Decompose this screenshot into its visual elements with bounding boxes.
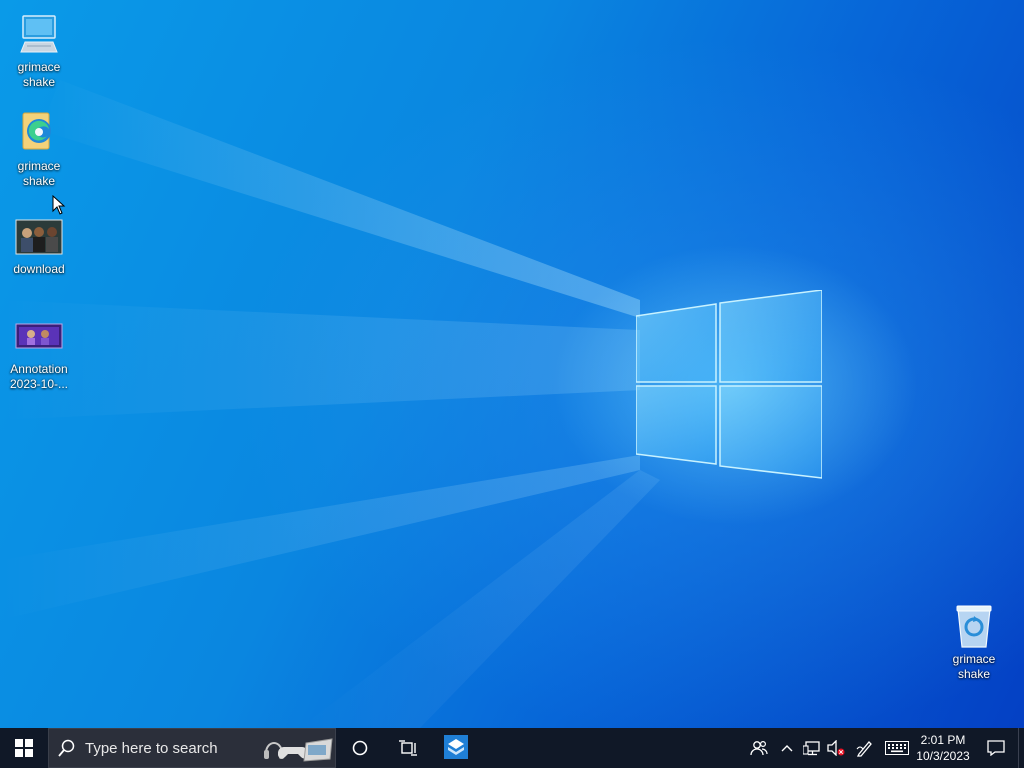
desktop-icon-label: download [13,262,65,276]
mouse-cursor-icon [52,195,66,215]
system-clock[interactable]: 2:01 PM 10/3/2023 [912,728,974,768]
image-thumbnail-icon [15,212,63,260]
start-button[interactable] [0,728,48,768]
recycle-bin-icon [950,602,998,650]
chevron-up-icon[interactable] [774,728,800,768]
desktop-icon-recycle-bin[interactable]: grimace shake [936,602,1012,682]
notification-icon [987,740,1005,756]
sandbox-app-icon [444,735,468,759]
show-desktop-button[interactable] [1018,728,1024,768]
image-thumbnail-icon [15,312,63,360]
search-highlight-icon [261,732,335,764]
desktop-wallpaper: grimace shake grimace shake download Ann… [0,0,1024,728]
windows-logo-wallpaper [636,290,822,479]
taskbar: Type here to search 2:01 PM 10/3/2023 [0,728,1024,768]
desktop-icon-label: grimace shake [952,652,996,681]
desktop-icon-this-pc[interactable]: grimace shake [1,10,77,90]
search-placeholder: Type here to search [85,739,218,757]
desktop-icon-label: Annotation 2023-10-... [9,362,69,391]
pen-icon[interactable] [848,728,882,768]
windows-start-icon [15,739,33,757]
action-center-button[interactable] [974,728,1018,768]
keyboard-icon[interactable] [882,728,912,768]
clock-date: 10/3/2023 [916,749,970,763]
desktop-icon-download[interactable]: download [1,212,77,277]
clock-time: 2:01 PM [920,733,966,747]
desktop-icon-label: grimace shake [17,159,61,188]
desktop-icon-edge-shortcut[interactable]: grimace shake [1,109,77,189]
task-view-button[interactable] [384,728,432,768]
people-icon[interactable] [744,728,774,768]
network-icon[interactable] [800,728,824,768]
computer-icon [15,10,63,58]
taskbar-search-box[interactable]: Type here to search [48,728,336,768]
cortana-circle-icon [352,740,368,756]
edge-shortcut-icon [15,109,63,157]
volume-muted-icon[interactable] [824,728,848,768]
cortana-button[interactable] [336,728,384,768]
desktop-icon-annotation[interactable]: Annotation 2023-10-... [1,312,77,392]
desktop-icon-label: grimace shake [17,60,61,89]
wallpaper-light-beams [0,80,660,728]
task-view-icon [399,740,417,756]
search-icon [49,739,85,757]
taskbar-app-sandbox[interactable] [432,728,480,768]
